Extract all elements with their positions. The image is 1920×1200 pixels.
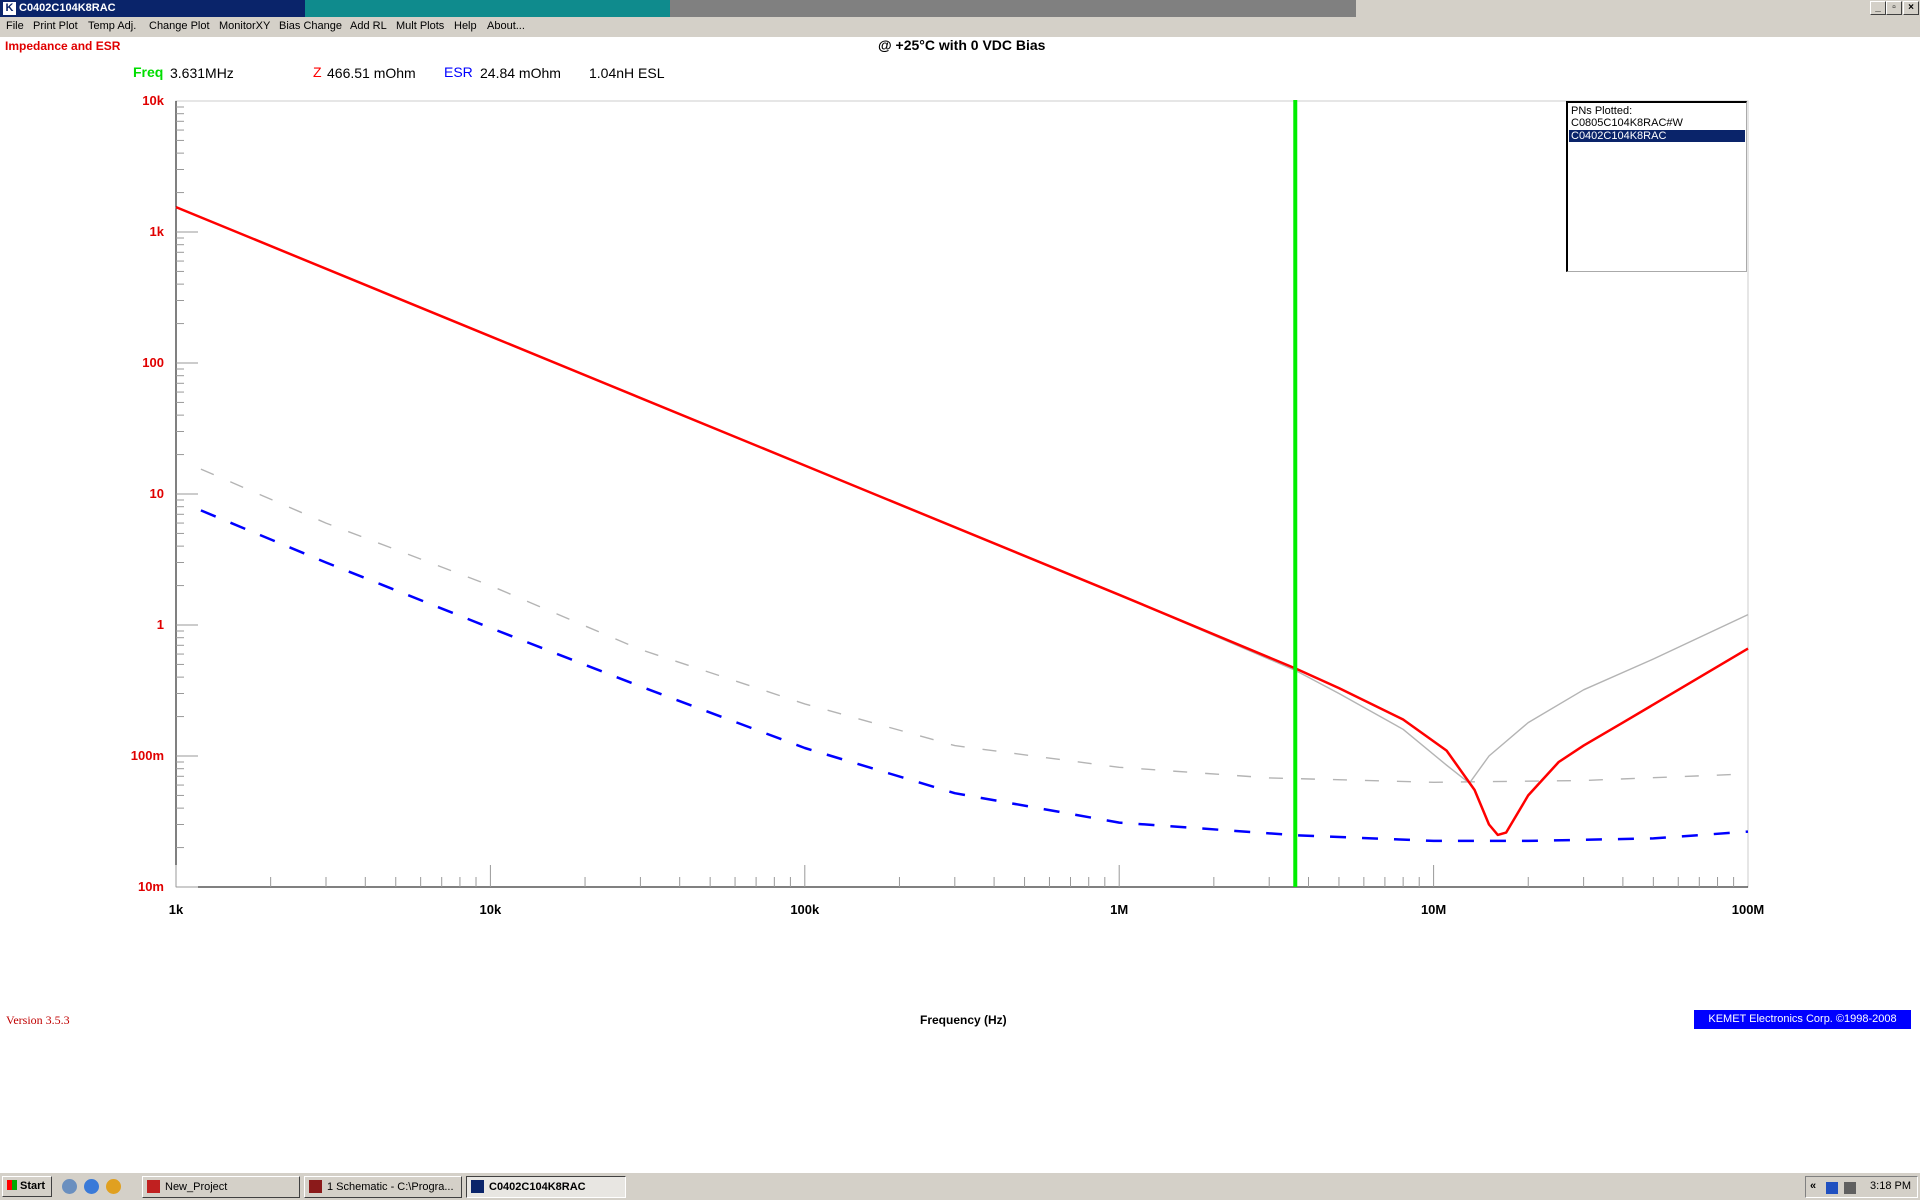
- y-tick-label: 100: [142, 355, 164, 370]
- version-label: Version 3.5.3: [6, 1013, 70, 1027]
- series-group: [175, 205, 1749, 843]
- x-axis-title: Frequency (Hz): [920, 1013, 1007, 1027]
- windows-logo-icon: [7, 1180, 17, 1190]
- tray-app-icon[interactable]: [1826, 1182, 1838, 1194]
- copyright-badge: KEMET Electronics Corp. ©1998-2008: [1694, 1010, 1911, 1029]
- y-tick-label: 1: [157, 617, 164, 632]
- selected-impedance-line: [175, 205, 1749, 837]
- task-kemet-window[interactable]: C0402C104K8RAC: [466, 1176, 626, 1198]
- kemet-icon: [471, 1180, 484, 1193]
- axis-ticks: [175, 106, 1735, 888]
- tray-expand-icon[interactable]: «: [1810, 1180, 1816, 1192]
- task-label: New_Project: [165, 1181, 228, 1193]
- start-button[interactable]: Start: [2, 1176, 52, 1197]
- x-tick-labels: 1k 10k 100k 1M 10M 100M: [169, 902, 1765, 917]
- system-tray: « 3:18 PM: [1805, 1176, 1918, 1198]
- task-label: C0402C104K8RAC: [489, 1181, 586, 1193]
- y-tick-label: 1k: [150, 224, 165, 239]
- taskbar: Start New_Project 1 Schematic - C:\Progr…: [0, 1172, 1920, 1200]
- task-label: 1 Schematic - C:\Progra...: [327, 1181, 454, 1193]
- task-schematic[interactable]: 1 Schematic - C:\Progra...: [304, 1176, 462, 1198]
- copyright-text: KEMET Electronics Corp. ©1998-2008: [1708, 1013, 1897, 1025]
- start-label: Start: [20, 1180, 46, 1192]
- y-tick-label: 10: [150, 486, 164, 501]
- x-tick-label: 100M: [1732, 902, 1765, 917]
- y-tick-label: 10m: [138, 879, 164, 894]
- y-tick-label: 100m: [131, 748, 164, 763]
- parts-legend: PNs Plotted: C0805C104K8RAC#W C0402C104K…: [1566, 101, 1747, 272]
- x-tick-label: 100k: [790, 902, 820, 917]
- project-icon: [147, 1180, 160, 1193]
- tray-volume-icon[interactable]: [1844, 1182, 1856, 1194]
- x-tick-label: 10M: [1421, 902, 1446, 917]
- quicklaunch-browser-icon[interactable]: [62, 1179, 77, 1194]
- y-tick-label: 10k: [142, 93, 164, 108]
- x-tick-label: 10k: [480, 902, 502, 917]
- compare-esr-line: [200, 468, 1749, 783]
- legend-title: PNs Plotted:: [1571, 105, 1633, 117]
- x-tick-label: 1M: [1110, 902, 1128, 917]
- legend-item-c0805[interactable]: C0805C104K8RAC#W: [1569, 117, 1745, 129]
- task-new-project[interactable]: New_Project: [142, 1176, 300, 1198]
- clock[interactable]: 3:18 PM: [1870, 1180, 1911, 1192]
- x-tick-label: 1k: [169, 902, 184, 917]
- schematic-icon: [309, 1180, 322, 1193]
- compare-impedance-line: [175, 206, 1749, 784]
- selected-esr-line: [200, 509, 1749, 843]
- y-tick-labels: 10k 1k 100 10 1 100m 10m: [131, 93, 165, 894]
- legend-item-c0402[interactable]: C0402C104K8RAC: [1569, 130, 1745, 142]
- quicklaunch-ie-icon[interactable]: [84, 1179, 99, 1194]
- quicklaunch-media-icon[interactable]: [106, 1179, 121, 1194]
- plot-frame: [175, 100, 1749, 888]
